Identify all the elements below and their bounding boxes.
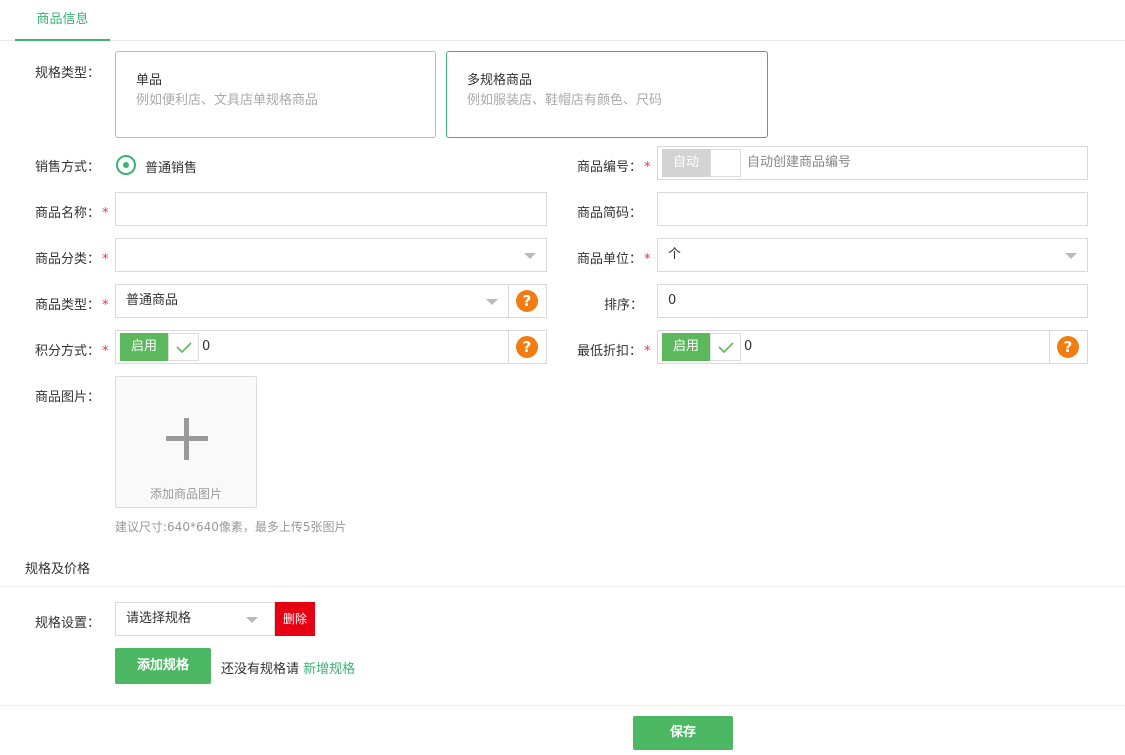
new-spec-link[interactable]: 新增规格 (303, 662, 355, 677)
category-label: 商品分类： * (35, 252, 109, 267)
required-mark: * (644, 252, 651, 267)
short-code-label: 商品简码： (577, 206, 643, 221)
chevron-down-icon (524, 253, 536, 259)
add-spec-button[interactable]: 添加规格 (115, 648, 211, 684)
required-mark: * (102, 344, 109, 359)
required-mark: * (102, 298, 109, 313)
min-discount-value[interactable]: 0 (744, 331, 752, 363)
sale-mode-radio[interactable] (116, 155, 136, 175)
sort-value: 0 (668, 293, 677, 308)
product-type-label: 商品类型： * (35, 298, 109, 313)
help-icon: ? (516, 290, 538, 312)
unit-select[interactable]: 个 (657, 238, 1088, 272)
product-type-select[interactable]: 普通商品 ? (115, 284, 547, 318)
required-mark: * (102, 206, 109, 221)
spec-select[interactable]: 请选择规格 (115, 602, 275, 636)
product-type-value: 普通商品 (126, 293, 179, 308)
product-code-field: 自动 自动创建商品编号 (657, 146, 1088, 180)
spec-price-section-title: 规格及价格 (25, 562, 91, 577)
sort-label: 排序： (604, 298, 644, 313)
min-discount-toggle-check[interactable] (710, 333, 741, 361)
radio-dot-icon (123, 162, 129, 168)
spec-type-single-title: 单品 (136, 73, 163, 88)
sort-input[interactable]: 0 (657, 284, 1088, 318)
product-type-help[interactable]: ? (508, 285, 546, 317)
save-button[interactable]: 保存 (633, 716, 733, 750)
sale-mode-label: 销售方式： (35, 160, 101, 175)
check-icon (718, 342, 734, 354)
help-icon: ? (516, 336, 538, 358)
min-discount-help[interactable]: ? (1049, 331, 1087, 363)
no-spec-text: 还没有规格请 新增规格 (221, 662, 356, 677)
chevron-down-icon (246, 617, 258, 623)
sale-mode-option: 普通销售 (145, 161, 198, 176)
points-label: 积分方式： * (35, 344, 109, 359)
min-discount-label: 最低折扣： * (577, 344, 651, 359)
add-image-label: 添加商品图片 (149, 487, 222, 501)
short-code-input[interactable] (657, 192, 1088, 226)
product-code-placeholder[interactable]: 自动创建商品编号 (747, 147, 851, 179)
check-icon (176, 342, 192, 354)
spec-type-label: 规格类型： (35, 66, 101, 81)
min-discount-field: 启用 0 ? (657, 330, 1088, 364)
product-name-input[interactable] (115, 192, 547, 226)
points-value[interactable]: 0 (202, 331, 210, 363)
spec-type-multi-option[interactable]: 多规格商品 例如服装店、鞋帽店有颜色、尺码 (446, 51, 768, 138)
category-select[interactable] (115, 238, 547, 272)
help-icon: ? (1057, 336, 1079, 358)
required-mark: * (102, 252, 109, 267)
points-field: 启用 0 ? (115, 330, 547, 364)
chevron-down-icon (486, 299, 498, 305)
delete-spec-button[interactable]: 删除 (275, 602, 315, 636)
spec-type-single-option[interactable]: 单品 例如便利店、文具店单规格商品 (115, 51, 436, 138)
required-mark: * (644, 160, 651, 175)
min-discount-enable-toggle[interactable]: 启用 (662, 333, 710, 361)
spec-type-single-desc: 例如便利店、文具店单规格商品 (136, 93, 319, 108)
spec-setting-label: 规格设置： (35, 616, 101, 631)
points-toggle-check[interactable] (168, 333, 199, 361)
points-enable-toggle[interactable]: 启用 (120, 333, 168, 361)
required-mark: * (644, 344, 651, 359)
product-code-auto-toggle[interactable]: 自动 (662, 149, 710, 177)
spec-select-placeholder: 请选择规格 (126, 611, 192, 626)
unit-value: 个 (668, 247, 682, 262)
points-help[interactable]: ? (508, 331, 546, 363)
spec-type-multi-title: 多规格商品 (467, 73, 533, 88)
product-code-toggle-knob[interactable] (710, 149, 741, 177)
image-size-hint: 建议尺寸:640*640像素，最多上传5张图片 (115, 520, 347, 534)
footer-divider (0, 705, 1125, 706)
product-code-label: 商品编号： * (577, 160, 651, 175)
product-name-label: 商品名称： * (35, 206, 109, 221)
tab-product-info[interactable]: 商品信息 (15, 0, 110, 41)
product-image-label: 商品图片： (35, 390, 101, 405)
plus-icon-vertical (184, 418, 189, 460)
section-divider (0, 586, 1125, 587)
add-image-button[interactable]: 添加商品图片 (115, 376, 257, 508)
tab-bar: 商品信息 (0, 0, 1125, 41)
unit-label: 商品单位： * (577, 252, 651, 267)
chevron-down-icon (1065, 253, 1077, 259)
spec-type-multi-desc: 例如服装店、鞋帽店有颜色、尺码 (467, 93, 663, 108)
